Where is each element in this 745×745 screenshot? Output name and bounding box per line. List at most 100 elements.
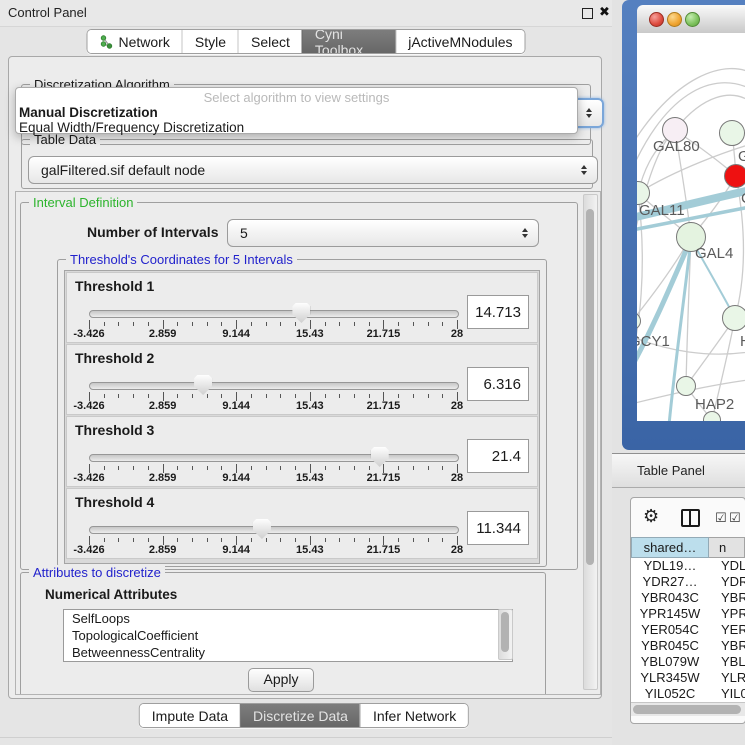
spinner-icon <box>586 105 594 121</box>
tab-network[interactable]: Network <box>88 30 182 53</box>
table-horizontal-scrollbar-thumb[interactable] <box>633 705 741 714</box>
table-cell[interactable]: YIL052C <box>631 686 709 702</box>
slider-tick-label: 2.859 <box>149 328 177 340</box>
tab-cyni-toolbox-label: Cyni Toolbox <box>315 29 383 54</box>
table-cell[interactable]: YDR2 <box>709 574 745 590</box>
attributes-list-scrollbar[interactable] <box>498 609 513 660</box>
threshold-1-slider[interactable]: -3.4262.8599.14415.4321.71528 <box>89 273 457 344</box>
float-panel-icon[interactable] <box>582 8 593 19</box>
checkbox-icon[interactable]: ☑ <box>715 510 727 526</box>
bottom-tab-discretize-data[interactable]: Discretize Data <box>240 704 360 727</box>
table-column-header-shared[interactable]: shared… <box>631 537 709 558</box>
table-cell[interactable]: YLR3 <box>709 670 745 686</box>
number-of-intervals-label: Number of Intervals <box>87 224 218 240</box>
number-of-intervals-select[interactable]: 5 <box>227 219 539 247</box>
table-cell[interactable]: YDR27… <box>631 574 709 590</box>
attribute-item-selfloops[interactable]: SelfLoops <box>64 610 512 627</box>
slider-tick-label: 28 <box>451 472 463 484</box>
column-layout-icon[interactable] <box>681 509 700 527</box>
slider-track[interactable] <box>89 526 459 534</box>
network-node-gcy1[interactable] <box>637 312 641 330</box>
interval-definition-group: Interval Definition Number of Intervals … <box>20 202 578 570</box>
tab-style-label: Style <box>195 34 226 50</box>
table-cell[interactable]: YBR0 <box>709 590 745 606</box>
threshold-4-slider[interactable]: -3.4262.8599.14415.4321.71528 <box>89 489 457 560</box>
threshold-row-3: Threshold 3-3.4262.8599.14415.4321.71528… <box>66 416 538 487</box>
attributes-group-title: Attributes to discretize <box>29 565 165 580</box>
apply-button[interactable]: Apply <box>248 668 314 692</box>
bottom-tab-infer-network[interactable]: Infer Network <box>360 704 468 727</box>
checkbox-icon[interactable]: ☑ <box>729 510 741 526</box>
table-row[interactable]: YBR043CYBR0 <box>631 590 745 606</box>
network-node-hap2[interactable] <box>676 376 696 396</box>
table-cell[interactable]: YBL0 <box>709 654 745 670</box>
table-cell[interactable]: YIL0 <box>709 686 745 702</box>
table-row[interactable]: YIL052CYIL0 <box>631 686 745 702</box>
slider-tick-label: -3.426 <box>73 400 104 412</box>
table-cell[interactable]: YDL1 <box>709 558 745 574</box>
threshold-row-1: Threshold 1-3.4262.8599.14415.4321.71528… <box>66 272 538 343</box>
network-window-titlebar[interactable] <box>637 5 745 34</box>
algorithm-option-equal-width-frequency-discretization[interactable]: Equal Width/Frequency Discretization <box>16 120 577 135</box>
tab-jactivemnodules[interactable]: jActiveMNodules <box>395 30 524 53</box>
tab-select[interactable]: Select <box>238 30 302 53</box>
table-cell[interactable]: YDL19… <box>631 558 709 574</box>
bottom-tab-impute-data[interactable]: Impute Data <box>140 704 240 727</box>
table-row[interactable]: YBL079WYBL0 <box>631 654 745 670</box>
table-column-header-n[interactable]: n <box>709 537 745 558</box>
threshold-1-value-field[interactable]: 14.713 <box>467 295 529 329</box>
table-horizontal-scrollbar[interactable] <box>631 702 745 716</box>
threshold-4-value-field[interactable]: 11.344 <box>467 511 529 545</box>
network-node-g[interactable] <box>719 120 745 146</box>
network-node-h[interactable] <box>722 305 745 331</box>
table-row[interactable]: YER054CYER0 <box>631 622 745 638</box>
table-data-group: Table Data galFiltered.sif default node <box>21 139 593 189</box>
slider-tick-label: 28 <box>451 328 463 340</box>
table-row[interactable]: YPR145WYPR1 <box>631 606 745 622</box>
table-cell[interactable]: YBR043C <box>631 590 709 606</box>
slider-tick-label: 9.144 <box>222 472 250 484</box>
threshold-2-value-field[interactable]: 6.316 <box>467 367 529 401</box>
network-node-label: G <box>738 148 745 165</box>
numerical-attributes-list[interactable]: SelfLoopsTopologicalCoefficientBetweenne… <box>63 609 513 662</box>
table-cell[interactable]: YPR1 <box>709 606 745 622</box>
slider-track[interactable] <box>89 454 459 462</box>
network-icon <box>100 35 114 49</box>
table-cell[interactable]: YER0 <box>709 622 745 638</box>
table-row[interactable]: YBR045CYBR0 <box>631 638 745 654</box>
minimize-window-icon[interactable] <box>667 12 682 27</box>
attribute-item-betweennesscentrality[interactable]: BetweennessCentrality <box>64 644 512 661</box>
threshold-3-slider[interactable]: -3.4262.8599.14415.4321.71528 <box>89 417 457 488</box>
tab-cyni-toolbox[interactable]: Cyni Toolbox <box>302 30 395 53</box>
close-window-icon[interactable] <box>649 12 664 27</box>
settings-scrollbar[interactable] <box>583 194 598 690</box>
attributes-list-scrollbar-thumb[interactable] <box>501 612 509 652</box>
settings-scroll-area: Interval Definition Number of Intervals … <box>15 191 601 695</box>
table-cell[interactable]: YER054C <box>631 622 709 638</box>
network-node-label: H <box>740 333 745 350</box>
table-settings-gear-icon[interactable]: ⚙ <box>643 506 659 527</box>
table-cell[interactable]: YBR045C <box>631 638 709 654</box>
table-cell[interactable]: YBL079W <box>631 654 709 670</box>
table-row[interactable]: YDR27…YDR2 <box>631 574 745 590</box>
slider-tick-label: -3.426 <box>73 328 104 340</box>
attribute-item-topologicalcoefficient[interactable]: TopologicalCoefficient <box>64 627 512 644</box>
threshold-2-slider[interactable]: -3.4262.8599.14415.4321.71528 <box>89 345 457 416</box>
tab-jactivemnodules-label: jActiveMNodules <box>408 34 512 50</box>
threshold-3-value-field[interactable]: 21.4 <box>467 439 529 473</box>
slider-track[interactable] <box>89 310 459 318</box>
zoom-window-icon[interactable] <box>685 12 700 27</box>
table-row[interactable]: YDL19…YDL1 <box>631 558 745 574</box>
table-data-select[interactable]: galFiltered.sif default node <box>28 156 598 184</box>
slider-track[interactable] <box>89 382 459 390</box>
table-cell[interactable]: YPR145W <box>631 606 709 622</box>
network-canvas[interactable]: GAL80GCGAL11GAL4GCY1HHAP2 <box>637 33 745 421</box>
network-node-c[interactable] <box>724 164 745 188</box>
table-cell[interactable]: YBR0 <box>709 638 745 654</box>
table-row[interactable]: YLR345WYLR3 <box>631 670 745 686</box>
algorithm-option-manual-discretization[interactable]: Manual Discretization <box>16 105 577 120</box>
table-cell[interactable]: YLR345W <box>631 670 709 686</box>
settings-scrollbar-thumb[interactable] <box>586 209 594 565</box>
tab-style[interactable]: Style <box>182 30 238 53</box>
close-panel-icon[interactable]: ✖ <box>599 4 610 20</box>
